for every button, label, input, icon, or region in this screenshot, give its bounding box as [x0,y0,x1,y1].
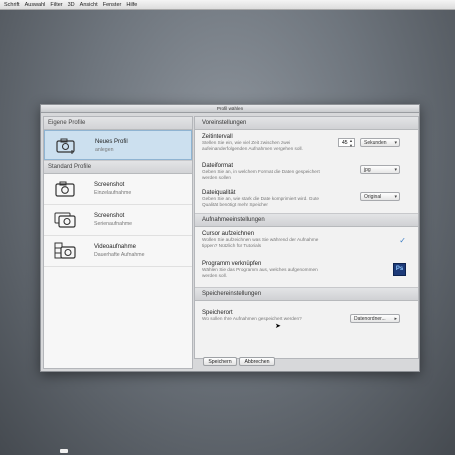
location-setting: Speicherort Wo sollen Ihre Aufnahmen ges… [195,301,418,331]
link-program-setting: Programm verknüpfen Wählen Sie das Progr… [195,257,418,287]
stepper-arrows-icon[interactable]: ▲ ▼ [349,138,353,148]
chevron-down-icon: ▾ [394,140,397,146]
camera-icon [55,181,75,197]
profile-item-subtitle: Einzelaufnahme [94,190,132,196]
format-select[interactable]: jpg ▾ [360,165,400,174]
chevron-down-icon: ▾ [394,167,397,173]
location-select[interactable]: Datenordner... ▸ [350,314,400,323]
mouse-cursor-icon: ➤ [275,323,281,330]
quality-description: Geben Sie an, wie stark die Date komprim… [202,196,319,207]
profile-item-title: Neues Profil [95,139,128,145]
location-value: Datenordner... [354,316,386,322]
menu-item-auswahl[interactable]: Auswahl [25,2,46,8]
profile-item-new[interactable]: Neues Profil anlegen [44,130,192,160]
chevron-right-icon: ▸ [394,316,397,322]
camera-add-icon [56,138,75,154]
link-program-description: Wählen Sie das Programm aus, welches auf… [202,267,318,278]
photoshop-app-icon[interactable]: Ps [393,263,406,276]
cursor-description: Wollen Sie aufzeichnen was Sie während d… [202,237,319,248]
profile-item-series-shot[interactable]: Screenshot Serienaufnahme [44,205,192,236]
video-camera-icon [54,242,76,259]
profile-list-panel: Eigene Profile Neues Profil anlegen Stan… [43,116,193,369]
interval-stepper[interactable]: 45 ▲ ▼ [338,138,355,147]
profile-item-video[interactable]: Videoaufnahme Dauerhafte Aufnahme [44,236,192,267]
profile-item-subtitle: Serienaufnahme [94,221,133,227]
profile-item-subtitle: anlegen [95,147,114,153]
presets-section-header: Voreinstellungen [195,117,418,130]
profile-item-single-shot[interactable]: Screenshot Einzelaufnahme [44,174,192,205]
dialog-title: Profil wählen [41,105,419,113]
profile-item-title: Screenshot [94,182,125,188]
standard-profiles-header: Standard Profile [44,160,192,174]
format-setting: Dateiformat Geben Sie an, in welchem For… [195,159,418,186]
profile-item-subtitle: Dauerhafte Aufnahme [94,252,145,258]
menu-item-3d[interactable]: 3D [68,2,75,8]
quality-value: Original [364,194,382,200]
format-description: Geben Sie an, in welchem Format die Date… [202,169,320,180]
quality-select[interactable]: Original ▾ [360,192,400,201]
menu-item-fenster[interactable]: Fenster [103,2,122,8]
interval-unit-select[interactable]: Sekunden ▾ [360,138,400,147]
chevron-down-icon: ▾ [394,194,397,200]
cursor-setting: Cursor aufzeichnen Wollen Sie aufzeichne… [195,227,418,257]
menu-bar: Schrift Auswahl Filter 3D Ansicht Fenste… [0,0,455,10]
quality-setting: Dateiqualität Geben Sie an, wie stark di… [195,186,418,213]
menu-item-ansicht[interactable]: Ansicht [80,2,98,8]
dock-indicator [60,449,68,453]
profile-item-title: Screenshot [94,213,125,219]
interval-setting: Zeitintervall Stellen Sie ein, wie viel … [195,130,418,159]
cancel-button[interactable]: Abbrechen [239,357,275,366]
profile-item-title: Videoaufnahme [94,244,136,250]
menu-item-schrift[interactable]: Schrift [4,2,20,8]
settings-panel: Voreinstellungen Zeitintervall Stellen S… [194,116,419,359]
interval-unit-value: Sekunden [364,140,387,146]
save-button[interactable]: Speichern [203,357,237,366]
menu-item-hilfe[interactable]: Hilfe [126,2,137,8]
storage-section-header: Speichereinstellungen [195,287,418,301]
recording-section-header: Aufnahmeeinstellungen [195,213,418,227]
menu-item-filter[interactable]: Filter [50,2,62,8]
interval-description: Stellen Sie ein, wie viel Zeit zwischen … [202,140,303,151]
cursor-checkbox[interactable]: ✓ [399,236,406,245]
format-value: jpg [364,167,371,173]
camera-stack-icon [54,212,76,228]
profile-dialog: Profil wählen Eigene Profile Neues Profi… [40,104,420,372]
interval-value: 45 [342,140,348,146]
own-profiles-header: Eigene Profile [44,117,192,130]
